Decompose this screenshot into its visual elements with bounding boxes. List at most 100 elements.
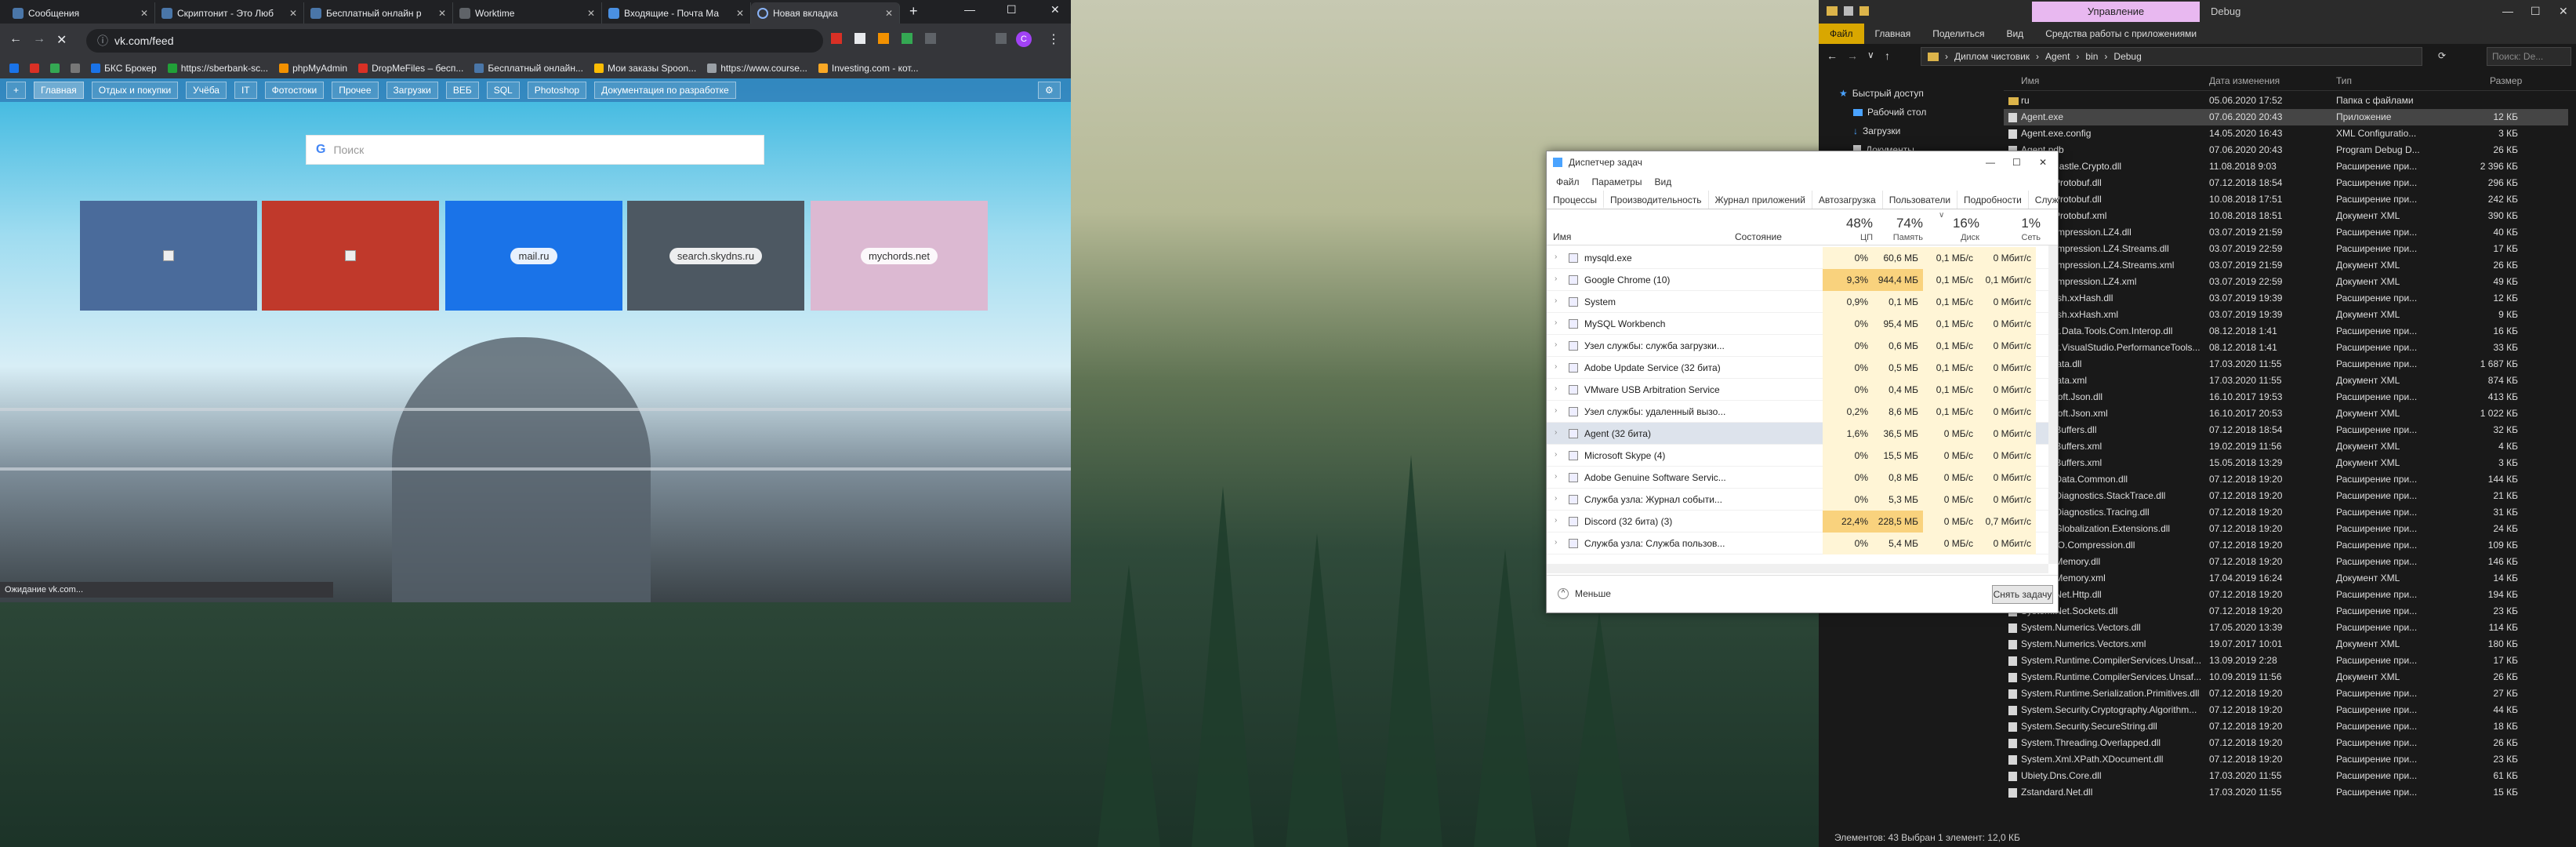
speed-dial-tile[interactable] [262,201,439,311]
nav-tab-main[interactable]: Главная [34,82,84,99]
process-row[interactable]: › Adobe Genuine Software Servic... 0% 0,8 М… [1547,467,2048,489]
extension-icon[interactable] [996,33,1007,44]
nav-tab[interactable]: BEБ [445,82,479,99]
file-row[interactable]: System.Runtime.CompilerServices.Unsaf...… [2004,653,2568,669]
new-tab-button[interactable]: + [909,3,918,20]
process-row[interactable]: › Узел службы: удаленный вызо... 0,2% 8,6 М… [1547,401,2048,423]
file-row[interactable]: System.Numerics.Vectors.xml 19.07.2017 10… [2004,636,2568,653]
extension-icon[interactable] [854,33,865,44]
process-row[interactable]: › Служба узла: Служба пользов... 0% 5,4 МБ 0… [1547,533,2048,554]
nav-desktop[interactable]: Рабочий стол [1853,104,1926,121]
bookmark-item[interactable]: DropMeFiles – бесп... [358,63,463,74]
forward-arrow-icon[interactable]: → [33,32,45,46]
column-type[interactable]: Тип [2336,75,2352,86]
breadcrumb-item[interactable]: Диплом чистовик [1954,51,2030,62]
column-state[interactable]: Состояние [1735,231,1782,242]
file-row[interactable]: System.Diagnostics.StackTrace.dll 07.12.2… [2004,488,2568,504]
close-icon[interactable]: ✕ [736,8,744,19]
tab-details[interactable]: Подробности [1957,191,2029,209]
file-row[interactable]: K4os.Compression.LZ4.Streams.dll 03.07.20… [2004,241,2568,257]
ribbon-tab-file[interactable]: Файл [1819,24,1864,44]
file-row[interactable]: System.Diagnostics.Tracing.dll 07.12.2018… [2004,504,2568,521]
extension-icon[interactable] [902,33,912,44]
menu-item[interactable]: Параметры [1592,173,1642,191]
apps-icon[interactable] [9,64,19,73]
expand-chevron-icon[interactable]: › [1555,406,1557,415]
file-row[interactable]: System.Security.SecureString.dll 07.12.20… [2004,718,2568,735]
file-row[interactable]: K4os.Compression.LZ4.xml 03.07.2019 22:59… [2004,274,2568,290]
close-icon[interactable]: ✕ [587,8,595,19]
close-icon[interactable]: ✕ [438,8,446,19]
ribbon-tab[interactable]: Вид [1995,24,2034,44]
process-row[interactable]: › Служба узла: Журнал событи... 0% 5,3 МБ 0 … [1547,489,2048,511]
file-row[interactable]: System.Buffers.xml 19.02.2019 11:56 Докуме… [2004,438,2568,455]
close-window-button[interactable]: ✕ [1050,3,1060,16]
properties-icon[interactable] [1844,6,1853,16]
nav-tab[interactable]: Photoshop [527,82,587,99]
file-row[interactable]: System.Runtime.CompilerServices.Unsaf...… [2004,669,2568,685]
process-row[interactable]: › Discord (32 бита) (3) 22,4% 228,5 МБ 0 МБ/… [1547,511,2048,533]
column-name[interactable]: Имя [1553,231,1571,242]
bookmark-item[interactable]: Мои заказы Spoon... [593,63,696,74]
nav-tab[interactable]: Отдых и покупки [91,82,179,99]
ribbon-tab[interactable]: Поделиться [1921,24,1995,44]
extension-icon[interactable] [925,33,936,44]
file-row[interactable]: Microsoft.VisualStudio.PerformanceTools.… [2004,340,2568,356]
bookmark-item[interactable]: Бесплатный онлайн... [474,63,583,74]
maximize-button[interactable]: ☐ [2531,5,2541,18]
file-row[interactable]: System.Data.Common.dll 07.12.2018 19:20 Ра… [2004,471,2568,488]
menu-item[interactable]: Файл [1556,173,1580,191]
process-row[interactable]: › System 0,9% 0,1 МБ 0,1 МБ/с 0 Мбит/с [1547,291,2048,313]
tab-users[interactable]: Пользователи [1883,191,1958,209]
file-row[interactable]: Newtonsoft.Json.xml 16.10.2017 20:53 Докум… [2004,405,2568,422]
chrome-tab[interactable]: Бесплатный онлайн р ✕ [304,2,453,24]
speed-dial-tile[interactable]: mail.ru [445,201,622,311]
column-disk[interactable]: Диск [1932,233,1979,242]
tab-startup[interactable]: Автозагрузка [1812,191,1883,209]
breadcrumb-item[interactable]: Agent [2045,51,2070,62]
expand-chevron-icon[interactable]: › [1555,253,1557,261]
nav-tab[interactable]: Документация по разработке [594,82,736,99]
expand-chevron-icon[interactable]: › [1555,274,1557,283]
file-row[interactable]: System.Memory.xml 17.04.2019 16:24 Докумен… [2004,570,2568,587]
bookmark-icon[interactable] [71,64,80,73]
manage-tab[interactable]: Управление [2032,2,2200,22]
ribbon-tab[interactable]: Главная [1864,24,1922,44]
file-row[interactable]: K4os.Compression.LZ4.dll 03.07.2019 21:59… [2004,224,2568,241]
expand-chevron-icon[interactable]: › [1555,450,1557,459]
chrome-tab[interactable]: Входящие - Почта Ма ✕ [602,2,751,24]
google-search-box[interactable]: G Поиск [306,135,764,165]
file-row[interactable]: System.Globalization.Extensions.dll 07.12… [2004,521,2568,537]
bookmark-item[interactable]: БКС Брокер [91,63,157,74]
maximize-button[interactable]: ☐ [1007,3,1017,16]
file-row[interactable]: K4os.Hash.xxHash.dll 03.07.2019 19:39 Расш… [2004,290,2568,307]
process-row[interactable]: › VMware USB Arbitration Service 0% 0,4 МБ 0… [1547,379,2048,401]
file-row[interactable]: Google.Protobuf.dll 07.12.2018 18:54 Расши… [2004,175,2568,191]
process-row[interactable]: › mysqld.exe 0% 60,6 МБ 0,1 МБ/с 0 Мбит/с [1547,247,2048,269]
speed-dial-tile[interactable]: search.skydns.ru [627,201,804,311]
file-row[interactable]: System.Net.Sockets.dll 07.12.2018 19:20 Ра… [2004,603,2568,620]
breadcrumb-item[interactable]: bin [2085,51,2098,62]
column-network[interactable]: Сеть [1994,233,2041,242]
nav-tab[interactable]: SQL [486,82,520,99]
bookmark-icon[interactable] [30,64,39,73]
process-row[interactable]: › Adobe Update Service (32 бита) 0% 0,5 МБ 0… [1547,357,2048,379]
extension-icon[interactable] [878,33,889,44]
bookmark-item[interactable]: https://www.course... [707,63,807,74]
nav-tab[interactable]: Фотостоки [264,82,325,99]
file-row[interactable]: System.Xml.XPath.XDocument.dll 07.12.2018… [2004,751,2568,768]
horizontal-scrollbar[interactable] [1547,564,2048,573]
chevron-down-icon[interactable]: ∨ [1867,49,1874,60]
back-arrow-icon[interactable]: ← [1827,49,1838,62]
tab-processes[interactable]: Процессы [1547,191,1605,209]
expand-chevron-icon[interactable]: › [1555,428,1557,437]
file-row[interactable]: Agent.exe 07.06.2020 20:43 Приложение 12 КБ [2004,109,2568,125]
nav-tab[interactable]: IT [234,82,257,99]
expand-chevron-icon[interactable]: › [1555,516,1557,525]
file-row[interactable]: System.Numerics.Vectors.dll 17.05.2020 13… [2004,620,2568,636]
tab-performance[interactable]: Производительность [1604,191,1709,209]
expand-chevron-icon[interactable]: › [1555,472,1557,481]
column-name[interactable]: Имя [2021,75,2039,86]
file-row[interactable]: MySql.Data.xml17.03.2020 11:55Документ X… [2004,373,2568,389]
back-arrow-icon[interactable]: ← [9,32,22,46]
